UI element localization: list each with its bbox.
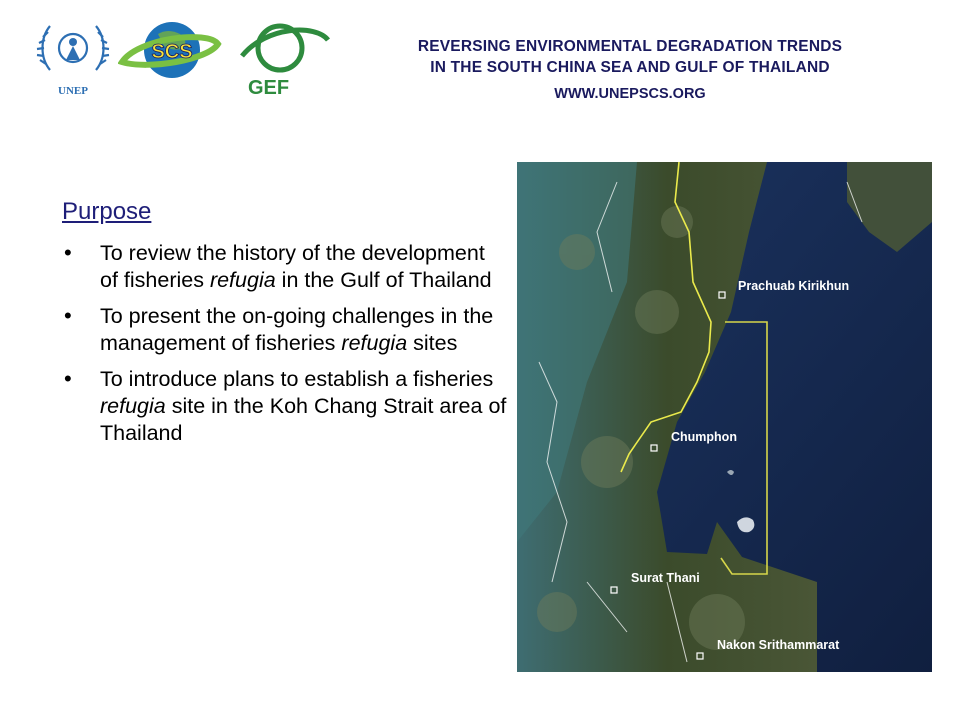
map-label-chumphon: Chumphon [671, 430, 737, 444]
bullet-text: To introduce plans to establish a fisher… [100, 367, 494, 391]
bullet-dot-icon: • [64, 240, 72, 265]
bullet-dot-icon: • [64, 303, 72, 328]
unep-logo-text: UNEP [58, 85, 88, 97]
header-title: REVERSING ENVIRONMENTAL DEGRADATION TREN… [320, 36, 940, 78]
map-label-nakon: Nakon Srithammarat [717, 638, 840, 652]
bullet-text: in the Gulf of Thailand [275, 268, 492, 292]
scs-logo-text: SCS [151, 41, 192, 63]
map-label-prachuap: Prachuab Kirikhun [738, 279, 849, 293]
bullet-italic: refugia [100, 394, 166, 418]
map-label-surat: Surat Thani [631, 571, 700, 585]
scs-logo: SCS [118, 22, 222, 78]
header-url: WWW.UNEPSCS.ORG [554, 86, 706, 102]
purpose-title: Purpose [62, 198, 152, 225]
bullet-text: sites [407, 331, 458, 355]
bullet-dot-icon: • [64, 366, 72, 391]
bullet-italic: refugia [341, 331, 408, 355]
header-line-2: IN THE SOUTH CHINA SEA AND GULF OF THAIL… [430, 59, 830, 76]
unep-logo: UNEP [36, 25, 110, 97]
satellite-map: Prachuab Kirikhun Chumphon Surat Thani N… [517, 162, 932, 672]
header-line-1: REVERSING ENVIRONMENTAL DEGRADATION TREN… [417, 38, 843, 55]
bullet-item: • To introduce plans to establish a fish… [62, 366, 507, 447]
bullet-list: • To review the history of the developme… [62, 240, 507, 456]
bullet-item: • To review the history of the developme… [62, 240, 507, 294]
bullet-item: • To present the on-going challenges in … [62, 303, 507, 357]
gef-logo: GEF [240, 23, 330, 99]
gef-logo-text: GEF [248, 77, 289, 99]
bullet-italic: refugia [209, 268, 276, 292]
